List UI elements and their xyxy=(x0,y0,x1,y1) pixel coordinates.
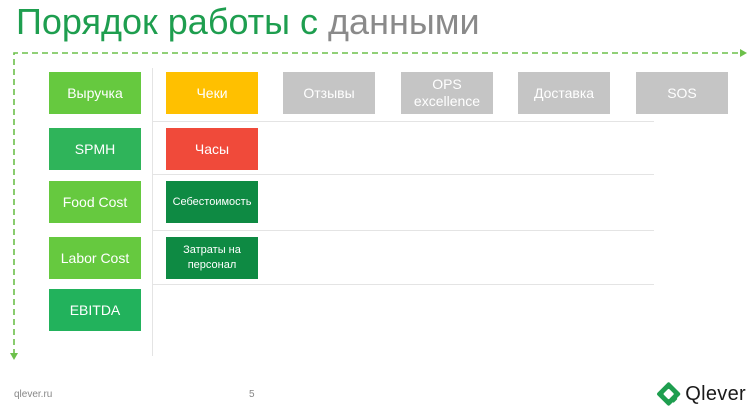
arrow-right-icon xyxy=(740,49,747,57)
column-divider xyxy=(152,68,153,356)
source-tile-cost-of-goods[interactable]: Себестоимость xyxy=(166,181,258,223)
metric-tile-ebitda[interactable]: EBITDA xyxy=(49,289,141,331)
qlever-logo[interactable]: Qlever xyxy=(656,380,746,408)
row-divider xyxy=(152,121,654,122)
source-tile-ops-excellence[interactable]: OPS excellence xyxy=(401,72,493,114)
row-divider xyxy=(152,174,654,175)
qlever-logo-icon xyxy=(657,382,681,406)
footer-url[interactable]: qlever.ru xyxy=(14,389,52,400)
metric-tile-spmh[interactable]: SPMH xyxy=(49,128,141,170)
source-tile-delivery[interactable]: Доставка xyxy=(518,72,610,114)
metric-tile-labor-cost[interactable]: Labor Cost xyxy=(49,237,141,279)
source-tile-hours[interactable]: Часы xyxy=(166,128,258,170)
source-tile-checks[interactable]: Чеки xyxy=(166,72,258,114)
page-number: 5 xyxy=(249,389,255,400)
arrow-down-icon xyxy=(10,353,18,360)
source-tile-reviews[interactable]: Отзывы xyxy=(283,72,375,114)
metric-tile-food-cost[interactable]: Food Cost xyxy=(49,181,141,223)
source-tile-staff-costs[interactable]: Затраты на персонал xyxy=(166,237,258,279)
row-divider xyxy=(152,230,654,231)
qlever-logo-text: Qlever xyxy=(685,382,746,405)
source-tile-sos[interactable]: SOS xyxy=(636,72,728,114)
metric-tile-revenue[interactable]: Выручка xyxy=(49,72,141,114)
row-divider xyxy=(152,284,654,285)
